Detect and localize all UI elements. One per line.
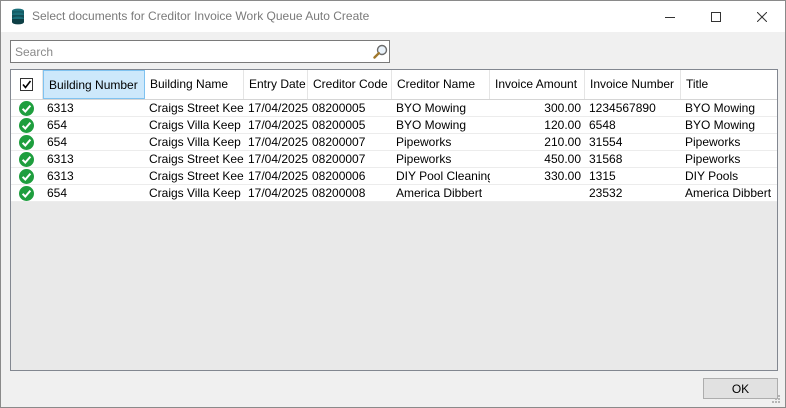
search-icon[interactable] [373,44,388,62]
cell-building-name: Craigs Street Keep [149,152,244,166]
cell-creditor-code: 08200008 [312,186,366,200]
search-input[interactable] [11,41,370,62]
maximize-button[interactable] [693,1,739,32]
cell-invoice-amount: 330.00 [544,169,581,183]
cell-entry-date: 17/04/2025 [248,118,308,132]
title-bar[interactable]: Select documents for Creditor Invoice Wo… [1,1,785,32]
cell-building-name: Craigs Villa Keep [149,135,241,149]
cell-building-number: 654 [47,186,68,200]
dialog-window: Select documents for Creditor Invoice Wo… [0,0,786,408]
select-all-cell[interactable] [11,70,43,99]
cell-invoice-amount: 210.00 [544,135,581,149]
checked-circle-icon[interactable] [18,185,35,202]
cell-creditor-name: BYO Mowing [396,101,467,115]
cell-creditor-name: BYO Mowing [396,118,467,132]
checked-circle-icon[interactable] [18,100,35,117]
cell-creditor-code: 08200005 [312,118,366,132]
grid-rows: 6313 Craigs Street Keep 17/04/2025 08200… [11,100,777,202]
cell-creditor-code: 08200005 [312,101,366,115]
column-header-invoice-amount[interactable]: Invoice Amount [490,70,585,99]
cell-building-number: 654 [47,135,68,149]
cell-building-name: Craigs Street Keep [149,169,244,183]
ok-button[interactable]: OK [703,378,778,399]
select-all-checkbox[interactable] [20,78,33,91]
checked-circle-icon[interactable] [18,134,35,151]
cell-creditor-name: Pipeworks [396,135,452,149]
cell-invoice-number: 6548 [589,118,616,132]
close-button[interactable] [739,1,785,32]
cell-building-name: Craigs Street Keep [149,101,244,115]
cell-creditor-code: 08200007 [312,135,366,149]
table-row[interactable]: 654 Craigs Villa Keep 17/04/2025 0820000… [11,117,777,134]
resize-grip-icon[interactable] [771,393,781,407]
cell-creditor-name: Pipeworks [396,152,452,166]
cell-building-number: 654 [47,118,68,132]
cell-invoice-amount [490,185,585,202]
cell-entry-date: 17/04/2025 [248,152,308,166]
cell-title: America Dibbert [685,186,772,200]
column-header-building-name[interactable]: Building Name [145,70,244,99]
close-icon [757,11,767,22]
table-row[interactable]: 6313 Craigs Street Keep 17/04/2025 08200… [11,168,777,185]
cell-entry-date: 17/04/2025 [248,101,308,115]
cell-creditor-code: 08200006 [312,169,366,183]
cell-title: Pipeworks [685,135,741,149]
table-row[interactable]: 6313 Craigs Street Keep 17/04/2025 08200… [11,151,777,168]
checkmark-icon [22,80,32,89]
column-header-entry-date[interactable]: Entry Date [244,70,308,99]
maximize-icon [711,11,721,22]
minimize-button[interactable] [647,1,693,32]
cell-title: DIY Pools [685,169,739,183]
minimize-icon [665,16,675,18]
column-header-invoice-number[interactable]: Invoice Number [585,70,681,99]
documents-grid: Building Number Building Name Entry Date… [10,69,778,371]
cell-entry-date: 17/04/2025 [248,186,308,200]
cell-creditor-code: 08200007 [312,152,366,166]
cell-entry-date: 17/04/2025 [248,169,308,183]
cell-invoice-number: 31554 [589,135,623,149]
table-row[interactable]: 654 Craigs Villa Keep 17/04/2025 0820000… [11,185,777,202]
checked-circle-icon[interactable] [18,151,35,168]
checked-circle-icon[interactable] [18,168,35,185]
cell-invoice-number: 1315 [589,169,616,183]
column-header-creditor-name[interactable]: Creditor Name [392,70,490,99]
grid-header: Building Number Building Name Entry Date… [11,70,777,100]
table-row[interactable]: 654 Craigs Villa Keep 17/04/2025 0820000… [11,134,777,151]
cell-invoice-number: 31568 [589,152,623,166]
cell-title: Pipeworks [685,152,741,166]
table-row[interactable]: 6313 Craigs Street Keep 17/04/2025 08200… [11,100,777,117]
cell-entry-date: 17/04/2025 [248,135,308,149]
cell-building-name: Craigs Villa Keep [149,186,241,200]
cell-building-number: 6313 [47,152,74,166]
cell-building-number: 6313 [47,101,74,115]
cell-title: BYO Mowing [685,118,756,132]
cell-invoice-number: 1234567890 [589,101,656,115]
cell-title: BYO Mowing [685,101,756,115]
cell-creditor-name: DIY Pool Cleaning [396,169,490,183]
column-header-building-number[interactable]: Building Number [43,70,145,99]
column-header-title[interactable]: Title [681,70,777,99]
cell-invoice-amount: 450.00 [544,152,581,166]
database-stack-icon [11,8,25,25]
checked-circle-icon[interactable] [18,117,35,134]
cell-invoice-amount: 300.00 [544,101,581,115]
column-header-creditor-code[interactable]: Creditor Code [308,70,392,99]
cell-building-name: Craigs Villa Keep [149,118,241,132]
window-title: Select documents for Creditor Invoice Wo… [32,9,370,23]
cell-building-number: 6313 [47,169,74,183]
cell-creditor-name: America Dibbert [396,186,483,200]
cell-invoice-number: 23532 [589,186,623,200]
search-box [10,40,390,63]
cell-invoice-amount: 120.00 [544,118,581,132]
